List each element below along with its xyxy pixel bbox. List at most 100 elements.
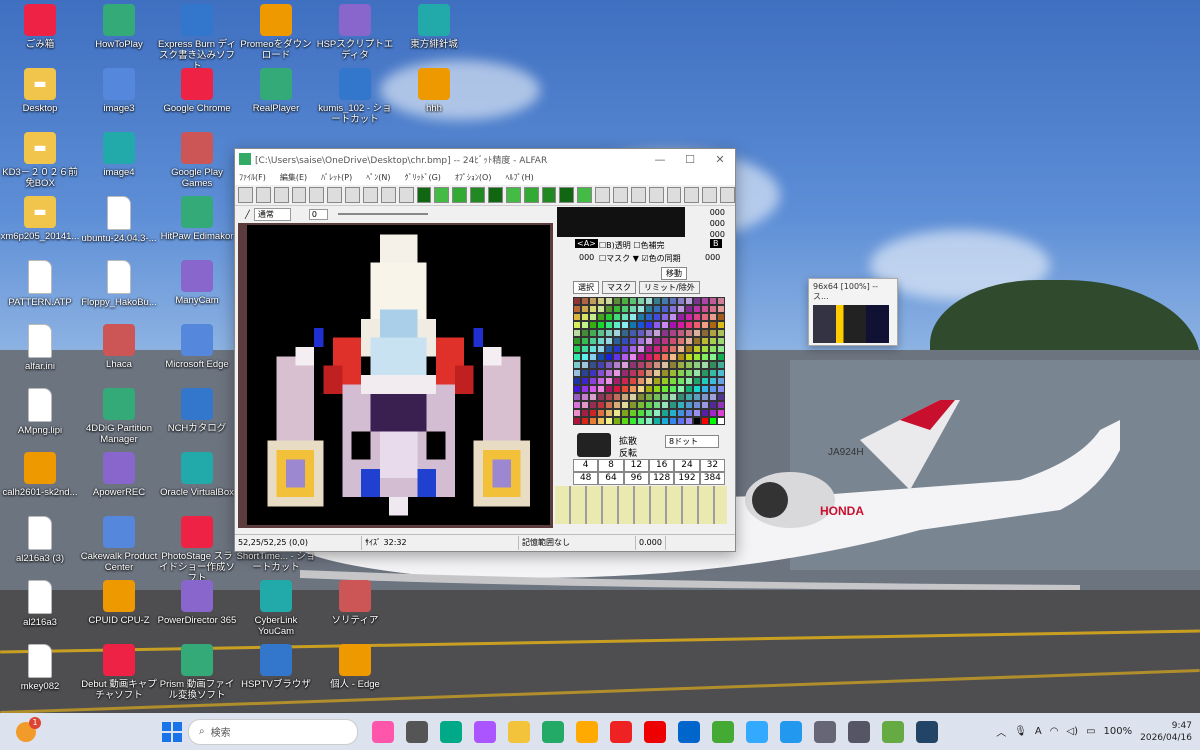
- palette-swatch[interactable]: [677, 321, 685, 329]
- desktop-icon[interactable]: ▬ Desktop: [0, 68, 80, 114]
- palette-swatch[interactable]: [573, 393, 581, 401]
- desktop-icon[interactable]: al216a3 (3): [0, 516, 80, 564]
- palette-swatch[interactable]: [717, 401, 725, 409]
- palette-swatch[interactable]: [605, 345, 613, 353]
- palette-swatch[interactable]: [685, 337, 693, 345]
- palette-swatch[interactable]: [637, 329, 645, 337]
- palette-swatch[interactable]: [669, 409, 677, 417]
- palette-swatch[interactable]: [605, 361, 613, 369]
- toolbar-button[interactable]: [398, 187, 414, 203]
- palette-swatch[interactable]: [629, 369, 637, 377]
- desktop-icon[interactable]: ソリティア: [315, 580, 395, 626]
- palette-swatch[interactable]: [685, 297, 693, 305]
- size-button[interactable]: 128: [649, 472, 675, 485]
- camera-icon[interactable]: [848, 720, 870, 743]
- palette-swatch[interactable]: [573, 361, 581, 369]
- palette-swatch[interactable]: [621, 401, 629, 409]
- desktop-icon[interactable]: Floppy_HakoBu...: [79, 260, 159, 308]
- mail-icon[interactable]: [678, 720, 700, 743]
- palette-swatch[interactable]: [693, 393, 701, 401]
- palette-swatch[interactable]: [629, 385, 637, 393]
- palette-swatch[interactable]: [605, 401, 613, 409]
- palette-swatch[interactable]: [597, 337, 605, 345]
- palette-swatch[interactable]: [581, 385, 589, 393]
- slot-b-label[interactable]: B: [710, 239, 722, 248]
- palette-swatch[interactable]: [661, 417, 669, 425]
- desktop-icon[interactable]: mkey082: [0, 644, 80, 692]
- app-icon[interactable]: [780, 720, 802, 743]
- app-icon[interactable]: [746, 720, 768, 743]
- microphone-icon[interactable]: 🎙: [1014, 726, 1027, 737]
- palette-swatch[interactable]: [581, 353, 589, 361]
- palette-swatch[interactable]: [661, 305, 669, 313]
- palette-swatch[interactable]: [677, 345, 685, 353]
- palette-swatch[interactable]: [685, 401, 693, 409]
- menu-pen[interactable]: ﾍﾟﾝ(N): [366, 172, 390, 183]
- alfar-window[interactable]: [C:\Users\saise\OneDrive\Desktop\chr.bmp…: [234, 148, 736, 552]
- desktop-icon[interactable]: HowToPlay: [79, 4, 159, 50]
- palette-swatch[interactable]: [573, 409, 581, 417]
- palette-swatch[interactable]: [621, 353, 629, 361]
- palette-swatch[interactable]: [685, 313, 693, 321]
- palette-swatch[interactable]: [693, 369, 701, 377]
- desktop-icon[interactable]: image3: [79, 68, 159, 114]
- palette-swatch[interactable]: [677, 401, 685, 409]
- volume-icon[interactable]: ◁): [1066, 726, 1078, 737]
- palette-swatch[interactable]: [693, 353, 701, 361]
- tab-mask[interactable]: マスク: [602, 281, 636, 294]
- palette-swatch[interactable]: [693, 305, 701, 313]
- palette-swatch[interactable]: [669, 377, 677, 385]
- toolbar-button[interactable]: [577, 187, 593, 203]
- palette-swatch[interactable]: [653, 345, 661, 353]
- palette-swatch[interactable]: [717, 385, 725, 393]
- palette-swatch[interactable]: [621, 417, 629, 425]
- palette-swatch[interactable]: [685, 385, 693, 393]
- palette-swatch[interactable]: [597, 329, 605, 337]
- toolbar-button[interactable]: [255, 187, 271, 203]
- menu-help[interactable]: ﾍﾙﾌﾟ(H): [505, 172, 533, 183]
- palette-swatch[interactable]: [621, 305, 629, 313]
- palette-swatch[interactable]: [613, 329, 621, 337]
- widgets-button[interactable]: 1: [16, 716, 41, 742]
- palette-swatch[interactable]: [669, 305, 677, 313]
- palette-swatch[interactable]: [661, 393, 669, 401]
- palette-swatch[interactable]: [637, 417, 645, 425]
- palette-swatch[interactable]: [589, 385, 597, 393]
- palette-swatch[interactable]: [701, 417, 709, 425]
- palette-swatch[interactable]: [653, 409, 661, 417]
- desktop-icon[interactable]: RealPlayer: [236, 68, 316, 114]
- size-button[interactable]: 4: [573, 459, 599, 472]
- tab-select[interactable]: 選択: [573, 281, 599, 294]
- palette-swatch[interactable]: [685, 353, 693, 361]
- palette-swatch[interactable]: [637, 369, 645, 377]
- palette-swatch[interactable]: [653, 369, 661, 377]
- palette-swatch[interactable]: [717, 329, 725, 337]
- palette-swatch[interactable]: [709, 417, 717, 425]
- desktop-icon[interactable]: AMpng.lipi: [0, 388, 80, 436]
- palette-swatch[interactable]: [573, 401, 581, 409]
- size-button[interactable]: 24: [674, 459, 700, 472]
- chrome-icon[interactable]: [712, 720, 734, 743]
- palette-swatch[interactable]: [613, 369, 621, 377]
- pixel-canvas[interactable]: [247, 225, 550, 525]
- toolbar-button[interactable]: [434, 187, 450, 203]
- maximize-button[interactable]: ☐: [675, 153, 705, 166]
- preview-window[interactable]: 96x64 [100%] -- ス...: [808, 278, 898, 346]
- desktop-icon[interactable]: 個人 - Edge: [315, 644, 395, 690]
- palette-swatch[interactable]: [677, 313, 685, 321]
- palette-swatch[interactable]: [589, 321, 597, 329]
- palette-swatch[interactable]: [637, 337, 645, 345]
- palette-swatch[interactable]: [637, 353, 645, 361]
- palette-swatch[interactable]: [581, 313, 589, 321]
- palette-swatch[interactable]: [637, 361, 645, 369]
- palette-swatch[interactable]: [597, 345, 605, 353]
- palette-swatch[interactable]: [661, 337, 669, 345]
- palette-swatch[interactable]: [605, 337, 613, 345]
- palette-swatch[interactable]: [693, 409, 701, 417]
- palette-swatch[interactable]: [621, 313, 629, 321]
- palette-swatch[interactable]: [653, 337, 661, 345]
- toolbar-button[interactable]: [648, 187, 664, 203]
- palette-swatch[interactable]: [709, 361, 717, 369]
- palette-swatch[interactable]: [717, 393, 725, 401]
- menu-palette[interactable]: ﾊﾟﾚｯﾄ(P): [321, 172, 352, 183]
